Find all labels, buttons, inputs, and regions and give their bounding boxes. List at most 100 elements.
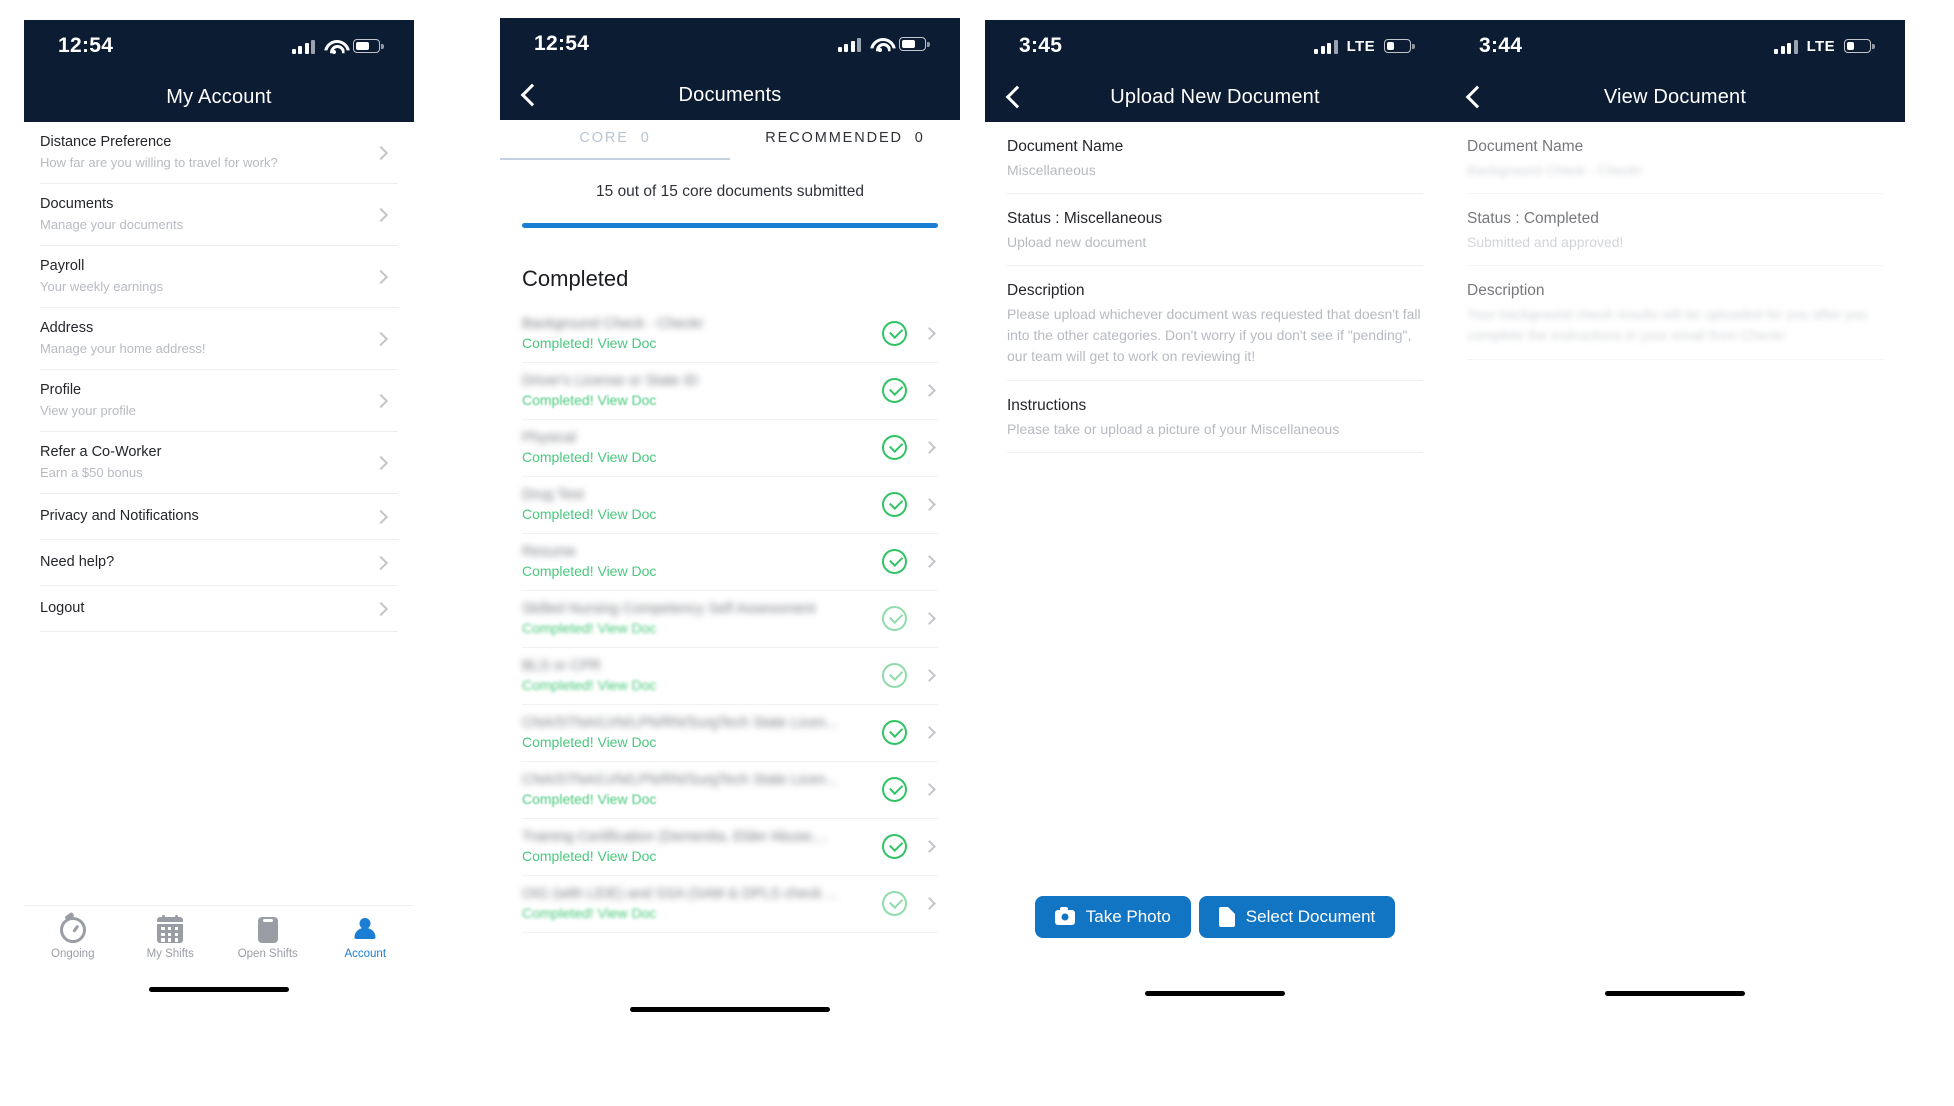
section-heading-completed: Completed <box>522 265 629 291</box>
back-icon[interactable] <box>1001 84 1027 110</box>
menu-item-subtitle: How far are you willing to travel for wo… <box>40 155 278 170</box>
document-name: CNA/STNA/LVN/LPN/RN/SurgTech State Licen… <box>522 771 838 788</box>
take-photo-button[interactable]: Take Photo <box>1034 896 1191 938</box>
menu-item-logout[interactable]: Logout <box>40 586 398 632</box>
camera-icon <box>1054 906 1075 925</box>
menu-item-title: Need help? <box>40 554 115 570</box>
document-status[interactable]: Completed! View Doc <box>522 506 882 522</box>
chevron-right-icon <box>373 269 389 284</box>
chevron-right-icon <box>373 331 389 346</box>
document-status[interactable]: Completed! View Doc <box>522 563 882 579</box>
upload-actions: Take Photo Select Document <box>985 896 1445 938</box>
field-label: Description <box>1467 282 1545 299</box>
back-icon[interactable] <box>516 82 542 108</box>
document-row[interactable]: BLS or CPR Completed! View Doc <box>522 648 938 705</box>
document-name: BLS or CPR <box>522 657 601 674</box>
document-status[interactable]: Completed! View Doc <box>522 392 882 408</box>
check-circle-icon <box>882 434 907 460</box>
document-status[interactable]: Completed! View Doc <box>522 848 882 864</box>
button-label: Select Document <box>1245 907 1376 926</box>
menu-item-need-help[interactable]: Need help? <box>40 540 398 586</box>
tab-open-shifts[interactable]: Open Shifts <box>219 917 317 960</box>
document-row[interactable]: CNA/STNA/LVN/LPN/RN/SurgTech State Licen… <box>522 762 938 819</box>
document-name: Physical <box>522 429 576 446</box>
menu-item-profile[interactable]: Profile View your profile <box>40 370 398 432</box>
battery-icon <box>1384 39 1415 53</box>
tab-label: Open Shifts <box>237 948 298 960</box>
document-status[interactable]: Completed! View Doc <box>522 791 882 807</box>
back-icon[interactable] <box>1461 84 1487 110</box>
field-label: Status : Miscellaneous <box>1007 210 1163 227</box>
phone-screen-my-account: 12:54 My Account Distance Preference How… <box>24 20 414 1010</box>
document-row[interactable]: OIG (with LEIE) and SSA (SAM & DPLS chec… <box>522 876 938 933</box>
document-row[interactable]: Drug Test Completed! View Doc <box>522 477 938 534</box>
signal-bars-icon <box>837 37 861 52</box>
field-label: Document Name <box>1467 138 1584 155</box>
menu-item-subtitle: View your profile <box>40 403 136 418</box>
field-document-name: Document Name Background Check - Checkr <box>1467 122 1883 194</box>
field-label: Document Name <box>1007 138 1124 155</box>
document-row[interactable]: Skilled Nursing Competency Self Assessme… <box>522 591 938 648</box>
battery-icon <box>899 37 930 51</box>
field-value: Submitted and approved! <box>1467 234 1624 250</box>
check-circle-icon <box>882 833 907 859</box>
menu-item-title: Profile <box>40 382 82 398</box>
document-tabs: CORE 0 RECOMMENDED 0 <box>500 120 960 158</box>
tab-my-shifts[interactable]: My Shifts <box>122 914 220 960</box>
menu-item-subtitle: Your weekly earnings <box>40 279 164 294</box>
battery-icon <box>1844 39 1875 53</box>
field-value: Upload new document <box>1007 234 1147 250</box>
tab-label: My Shifts <box>146 948 194 960</box>
tab-ongoing[interactable]: Ongoing <box>24 917 122 960</box>
document-row[interactable]: Training Certification (Dementia, Elder … <box>522 819 938 876</box>
check-circle-icon <box>882 719 907 745</box>
status-clock: 3:45 <box>1019 34 1063 57</box>
wifi-icon <box>870 37 890 52</box>
menu-item-title: Logout <box>40 600 85 616</box>
chevron-right-icon <box>373 509 389 524</box>
select-document-button[interactable]: Select Document <box>1198 896 1396 938</box>
document-status[interactable]: Completed! View Doc <box>522 677 882 693</box>
menu-item-privacy-and-notifications[interactable]: Privacy and Notifications <box>40 494 398 540</box>
document-row[interactable]: CNA/STNA/LVN/LPN/RN/SurgTech State Licen… <box>522 705 938 762</box>
document-status[interactable]: Completed! View Doc <box>522 734 882 750</box>
document-row[interactable]: Driver's License or State ID Completed! … <box>522 363 938 420</box>
tab-account[interactable]: Account <box>317 917 415 960</box>
document-status[interactable]: Completed! View Doc <box>522 620 882 636</box>
clipboard-icon <box>257 917 278 943</box>
chevron-right-icon <box>373 455 389 470</box>
tab-recommended-label: RECOMMENDED <box>765 130 903 146</box>
chevron-right-icon <box>923 668 936 682</box>
document-status[interactable]: Completed! View Doc <box>522 905 882 921</box>
field-description: Description Please upload whichever docu… <box>1007 266 1423 381</box>
status-indicators: LTE <box>1774 38 1875 55</box>
menu-item-address[interactable]: Address Manage your home address! <box>40 308 398 370</box>
check-circle-icon <box>882 320 907 346</box>
tab-core-count: 0 <box>640 130 651 146</box>
home-indicator <box>1605 990 1745 996</box>
menu-item-title: Documents <box>40 196 114 212</box>
document-row[interactable]: Physical Completed! View Doc <box>522 420 938 477</box>
menu-item-title: Address <box>40 320 94 336</box>
menu-item-payroll[interactable]: Payroll Your weekly earnings <box>40 246 398 308</box>
menu-item-refer-a-co-worker[interactable]: Refer a Co-Worker Earn a $50 bonus <box>40 432 398 494</box>
tab-recommended[interactable]: RECOMMENDED 0 <box>730 130 960 158</box>
document-row[interactable]: Resume Completed! View Doc <box>522 534 938 591</box>
status-indicators: LTE <box>1314 38 1415 55</box>
menu-item-documents[interactable]: Documents Manage your documents <box>40 184 398 246</box>
battery-icon <box>353 39 384 53</box>
field-document-name: Document Name Miscellaneous <box>1007 122 1423 194</box>
field-label: Description <box>1007 282 1085 299</box>
menu-item-distance-preference[interactable]: Distance Preference How far are you will… <box>40 122 398 184</box>
status-bar: 12:54 <box>500 18 960 70</box>
document-status[interactable]: Completed! View Doc <box>522 449 882 465</box>
menu-item-title: Privacy and Notifications <box>40 508 199 524</box>
menu-item-title: Payroll <box>40 258 85 274</box>
field-value: Please take or upload a picture of your … <box>1007 421 1340 437</box>
tab-core[interactable]: CORE 0 <box>500 130 730 158</box>
button-label: Take Photo <box>1085 907 1171 926</box>
document-status[interactable]: Completed! View Doc <box>522 335 882 351</box>
calendar-icon <box>157 914 184 943</box>
document-row[interactable]: Background Check - Checkr Completed! Vie… <box>522 306 938 363</box>
home-indicator <box>149 986 289 992</box>
